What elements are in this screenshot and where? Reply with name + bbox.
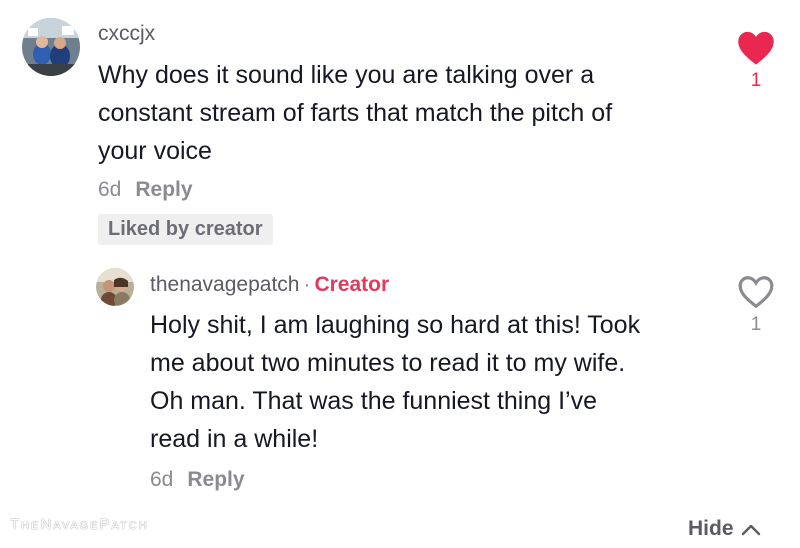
hide-label: Hide (688, 517, 734, 540)
comment-like-button[interactable] (737, 30, 775, 66)
watermark: TheNavagePatch (10, 516, 149, 533)
heart-outline-icon (738, 276, 774, 309)
reply-text-line: Oh man. That was the funniest thing I’ve (150, 387, 598, 415)
comment-text-line: your voice (98, 137, 212, 165)
reply-meta: 6d Reply (150, 468, 245, 492)
comment-age: 6d (98, 178, 122, 201)
separator: · (303, 273, 311, 296)
reply-like-count: 1 (750, 314, 762, 335)
comment-like-count: 1 (750, 70, 762, 91)
reply-like-button[interactable] (737, 274, 775, 310)
heart-filled-icon (738, 31, 774, 65)
chevron-up-icon (742, 525, 761, 536)
reply-text-line: Holy shit, I am laughing so hard at this… (150, 311, 641, 339)
reply-reply-button[interactable]: Reply (187, 468, 244, 491)
reply-username[interactable]: thenavagepatch (150, 273, 299, 296)
comment-meta: 6d Reply (98, 178, 193, 202)
comment-username[interactable]: cxccjx (98, 22, 155, 46)
creator-tag: Creator (314, 273, 390, 296)
comment-reply-button[interactable]: Reply (135, 178, 192, 201)
comment-text: Why does it sound like you are talking o… (98, 56, 718, 170)
comment-text-line: constant stream of farts that match the … (98, 99, 613, 127)
avatar[interactable] (22, 18, 80, 76)
reply-text-line: me about two minutes to read it to my wi… (150, 349, 626, 377)
reply-text: Holy shit, I am laughing so hard at this… (150, 306, 710, 458)
reply-text-line: read in a while! (150, 425, 319, 453)
liked-by-creator-badge: Liked by creator (98, 214, 273, 245)
comment-text-line: Why does it sound like you are talking o… (98, 61, 595, 89)
hide-replies-button[interactable]: Hide (688, 517, 761, 541)
reply-header: thenavagepatch · Creator (150, 273, 389, 297)
avatar[interactable] (96, 268, 134, 306)
reply-age: 6d (150, 468, 174, 491)
